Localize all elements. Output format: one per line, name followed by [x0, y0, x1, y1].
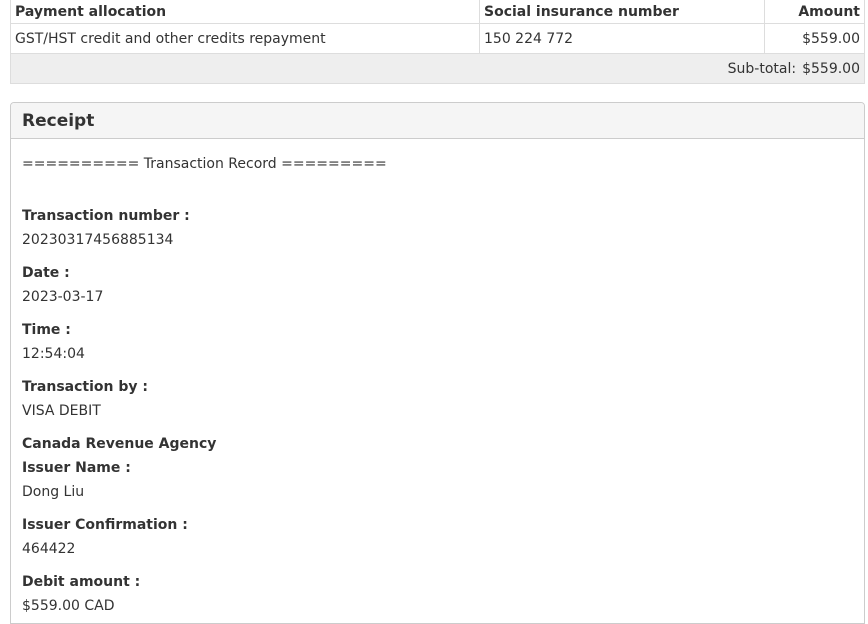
header-amount: Amount [764, 0, 865, 24]
transaction-number-label: Transaction number : [22, 208, 190, 224]
issuer-confirmation-field: Issuer Confirmation : 464422 [22, 513, 853, 561]
time-value: 12:54:04 [22, 346, 85, 362]
amount-cell: $559.00 [764, 23, 865, 54]
debit-amount-field: Debit amount : $559.00 CAD [22, 570, 853, 618]
issuer-confirmation-label: Issuer Confirmation : [22, 517, 188, 533]
table-header-row: Payment allocation Social insurance numb… [10, 0, 865, 24]
subtotal-label: Sub-total: [727, 60, 797, 77]
date-label: Date : [22, 265, 70, 281]
issuer-name-value: Dong Liu [22, 484, 85, 500]
header-payment-allocation: Payment allocation [10, 0, 480, 24]
issuer-name-field: Canada Revenue Agency Issuer Name : Dong… [22, 432, 853, 504]
subtotal-value: $559.00 [802, 60, 860, 77]
debit-amount-label: Debit amount : [22, 574, 141, 590]
receipt-body: ========== Transaction Record ========= … [11, 139, 864, 618]
header-sin: Social insurance number [479, 0, 765, 24]
agency-name: Canada Revenue Agency [22, 436, 217, 452]
transaction-by-label: Transaction by : [22, 379, 148, 395]
sin-cell: 150 224 772 [479, 23, 765, 54]
transaction-number-field: Transaction number : 20230317456885134 [22, 204, 853, 252]
transaction-number-value: 20230317456885134 [22, 232, 174, 248]
date-field: Date : 2023-03-17 [22, 261, 853, 309]
issuer-confirmation-value: 464422 [22, 541, 76, 557]
time-label: Time : [22, 322, 71, 338]
payment-allocation-table: Payment allocation Social insurance numb… [10, 0, 865, 84]
transaction-by-field: Transaction by : VISA DEBIT [22, 375, 853, 423]
time-field: Time : 12:54:04 [22, 318, 853, 366]
issuer-name-label: Issuer Name : [22, 460, 131, 476]
transaction-record-title: ========== Transaction Record ========= [22, 156, 387, 172]
subtotal-cell: Sub-total: $559.00 [10, 53, 865, 84]
transaction-by-value: VISA DEBIT [22, 403, 101, 419]
receipt-heading: Receipt [11, 103, 864, 139]
subtotal-row: Sub-total: $559.00 [10, 53, 865, 84]
date-value: 2023-03-17 [22, 289, 104, 305]
receipt-panel: Receipt ========== Transaction Record ==… [10, 102, 865, 624]
allocation-cell: GST/HST credit and other credits repayme… [10, 23, 480, 54]
debit-amount-value: $559.00 CAD [22, 598, 115, 614]
table-row: GST/HST credit and other credits repayme… [10, 23, 865, 54]
